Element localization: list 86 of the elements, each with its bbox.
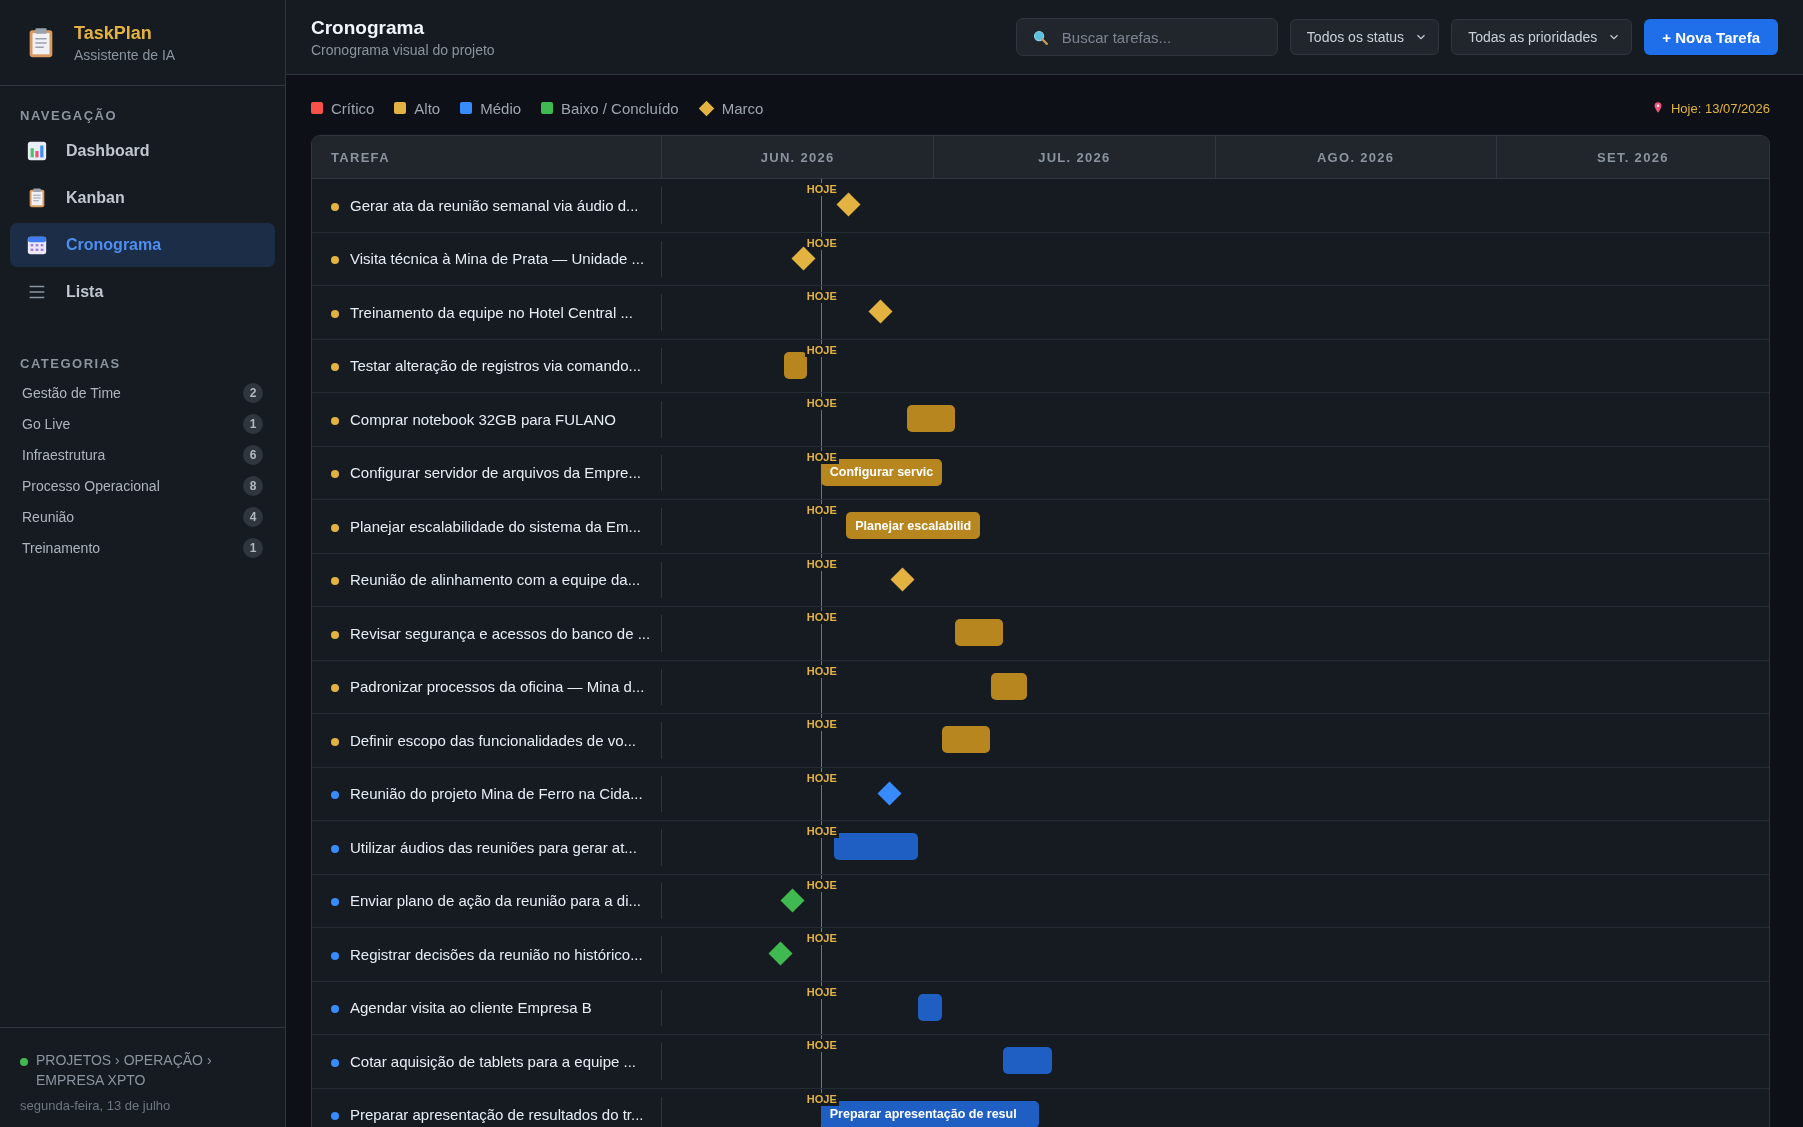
month-header: JUN. 2026	[662, 136, 935, 178]
task-name[interactable]: Gerar ata da reunião semanal via áudio d...	[350, 196, 639, 214]
task-name[interactable]: Definir escopo das funcionalidades de vo...	[350, 731, 636, 749]
today-tag: HOJE	[804, 718, 839, 731]
month-header: SET. 2026	[1596, 148, 1670, 167]
today-tag: HOJE	[804, 878, 839, 892]
today-date: Hoje: 13/07/2026	[1670, 100, 1770, 116]
task-name[interactable]: Utilizar áudios das reuniões para gerar at...	[350, 838, 637, 856]
page-subtitle: Cronograma visual do projeto	[311, 41, 496, 58]
task-bar[interactable]	[917, 993, 943, 1021]
legend-label: Médio	[480, 99, 522, 117]
category-link[interactable]: Treinamento	[22, 539, 101, 556]
today-tag: HOJE	[804, 932, 839, 945]
page-title: Cronograma	[311, 16, 425, 39]
task-name[interactable]: Padronizar processos da oficina — Mina d...	[350, 678, 645, 696]
category-link[interactable]: Processo Operacional	[22, 477, 160, 494]
task-name[interactable]: Configurar servidor de arquivos da Empre...	[350, 464, 641, 482]
app-name: TaskPlan	[74, 22, 153, 44]
section-heading: CATEGORIAS	[19, 355, 122, 373]
task-name[interactable]: Revisar segurança e acessos do banco de ...	[350, 624, 651, 642]
today-tag: HOJE	[804, 236, 839, 250]
task-name[interactable]: Reunião do projeto Mina de Ferro na Cida...	[350, 785, 643, 803]
month-header: AGO. 2026	[1215, 136, 1497, 178]
nav-item[interactable]: Cronograma	[10, 223, 275, 267]
task-name[interactable]: Agendar visita ao cliente Empresa B	[350, 999, 592, 1017]
breadcrumb: PROJETOS › OPERAÇÃO › EMPRESA XPTO	[36, 1051, 213, 1090]
task-name[interactable]: Registrar decisões da reunião no histórico...	[350, 945, 643, 963]
task-name[interactable]: Planejar escalabilidade do sistema da Em...	[350, 517, 641, 535]
task-name[interactable]: Testar alteração de registros via comando...	[350, 357, 641, 375]
search-icon	[1031, 29, 1049, 46]
legend-label: Alto	[414, 99, 441, 117]
task-name[interactable]: Comprar notebook 32GB para FULANO	[350, 410, 616, 428]
task-bar[interactable]	[784, 351, 808, 379]
today-tag: HOJE	[804, 183, 839, 196]
today-tag: HOJE	[804, 1039, 839, 1052]
legend-label: Marco	[721, 99, 764, 117]
task-name[interactable]: Treinamento da equipe no Hotel Central ...	[350, 303, 633, 321]
count-badge: 1	[243, 413, 263, 434]
nav-item[interactable]: Kanban	[10, 176, 275, 220]
calendar-icon	[26, 234, 48, 256]
nav-item[interactable]: Lista	[10, 270, 275, 314]
column-header: TAREFA	[312, 136, 662, 178]
task-bar[interactable]	[955, 619, 1004, 646]
filter-dropdown[interactable]: Todas as prioridades	[1451, 19, 1633, 55]
new-task-button[interactable]: + Nova Tarefa	[1644, 19, 1778, 55]
today-tag: HOJE	[804, 504, 839, 517]
count-badge: 6	[243, 444, 263, 465]
task-name[interactable]: Cotar aquisição de tablets para a equipe ...	[350, 1052, 637, 1070]
task-bar[interactable]	[1003, 1047, 1053, 1074]
category-link[interactable]: Go Live	[22, 415, 71, 432]
legend-label: Baixo / Concluído	[561, 99, 679, 117]
today-tag: HOJE	[804, 985, 839, 999]
search-field[interactable]: Buscar tarefas...	[1015, 18, 1278, 56]
today-tag: HOJE	[804, 611, 839, 624]
today-tag: HOJE	[804, 557, 839, 571]
status-dot	[20, 1058, 28, 1066]
category-link[interactable]: Infraestrutura	[22, 446, 106, 463]
task-name[interactable]: Reunião de alinhamento com a equipe da...	[350, 571, 641, 589]
count-badge: 8	[243, 475, 263, 496]
section-heading: NAVEGAÇÃO	[19, 107, 119, 125]
category-link[interactable]: Reunião	[22, 508, 75, 525]
task-name[interactable]: Visita técnica à Mina de Prata — Unidade ...	[350, 250, 645, 268]
task-bar[interactable]	[991, 672, 1027, 700]
bar-chart-icon	[26, 140, 48, 162]
task-name[interactable]: Preparar apresentação de resultados do tr...	[350, 1106, 644, 1124]
task-bar[interactable]	[907, 405, 956, 432]
task-name[interactable]: Enviar plano de ação da reunião para a di...	[350, 892, 642, 910]
today-tag: HOJE	[804, 825, 839, 838]
today-tag: HOJE	[804, 397, 839, 410]
month-header: JUL. 2026	[934, 136, 1216, 178]
today-tag: HOJE	[804, 771, 839, 785]
app-subtitle: Assistente de IA	[74, 46, 176, 63]
nav-item[interactable]: Dashboard	[10, 129, 275, 173]
date-text: segunda-feira, 13 de julho	[20, 1098, 172, 1113]
legend-label: Crítico	[331, 99, 375, 117]
today-tag: HOJE	[804, 664, 839, 678]
count-badge: 2	[243, 382, 263, 403]
today-tag: HOJE	[804, 1092, 839, 1106]
task-bar[interactable]	[942, 726, 991, 753]
today-tag: HOJE	[804, 450, 839, 464]
filter-dropdown[interactable]: Todos os status	[1289, 19, 1440, 55]
count-badge: 4	[243, 506, 263, 527]
today-tag: HOJE	[804, 343, 839, 357]
count-badge: 1	[243, 537, 263, 558]
today-tag: HOJE	[804, 290, 839, 303]
category-link[interactable]: Gestão de Time	[22, 384, 121, 401]
